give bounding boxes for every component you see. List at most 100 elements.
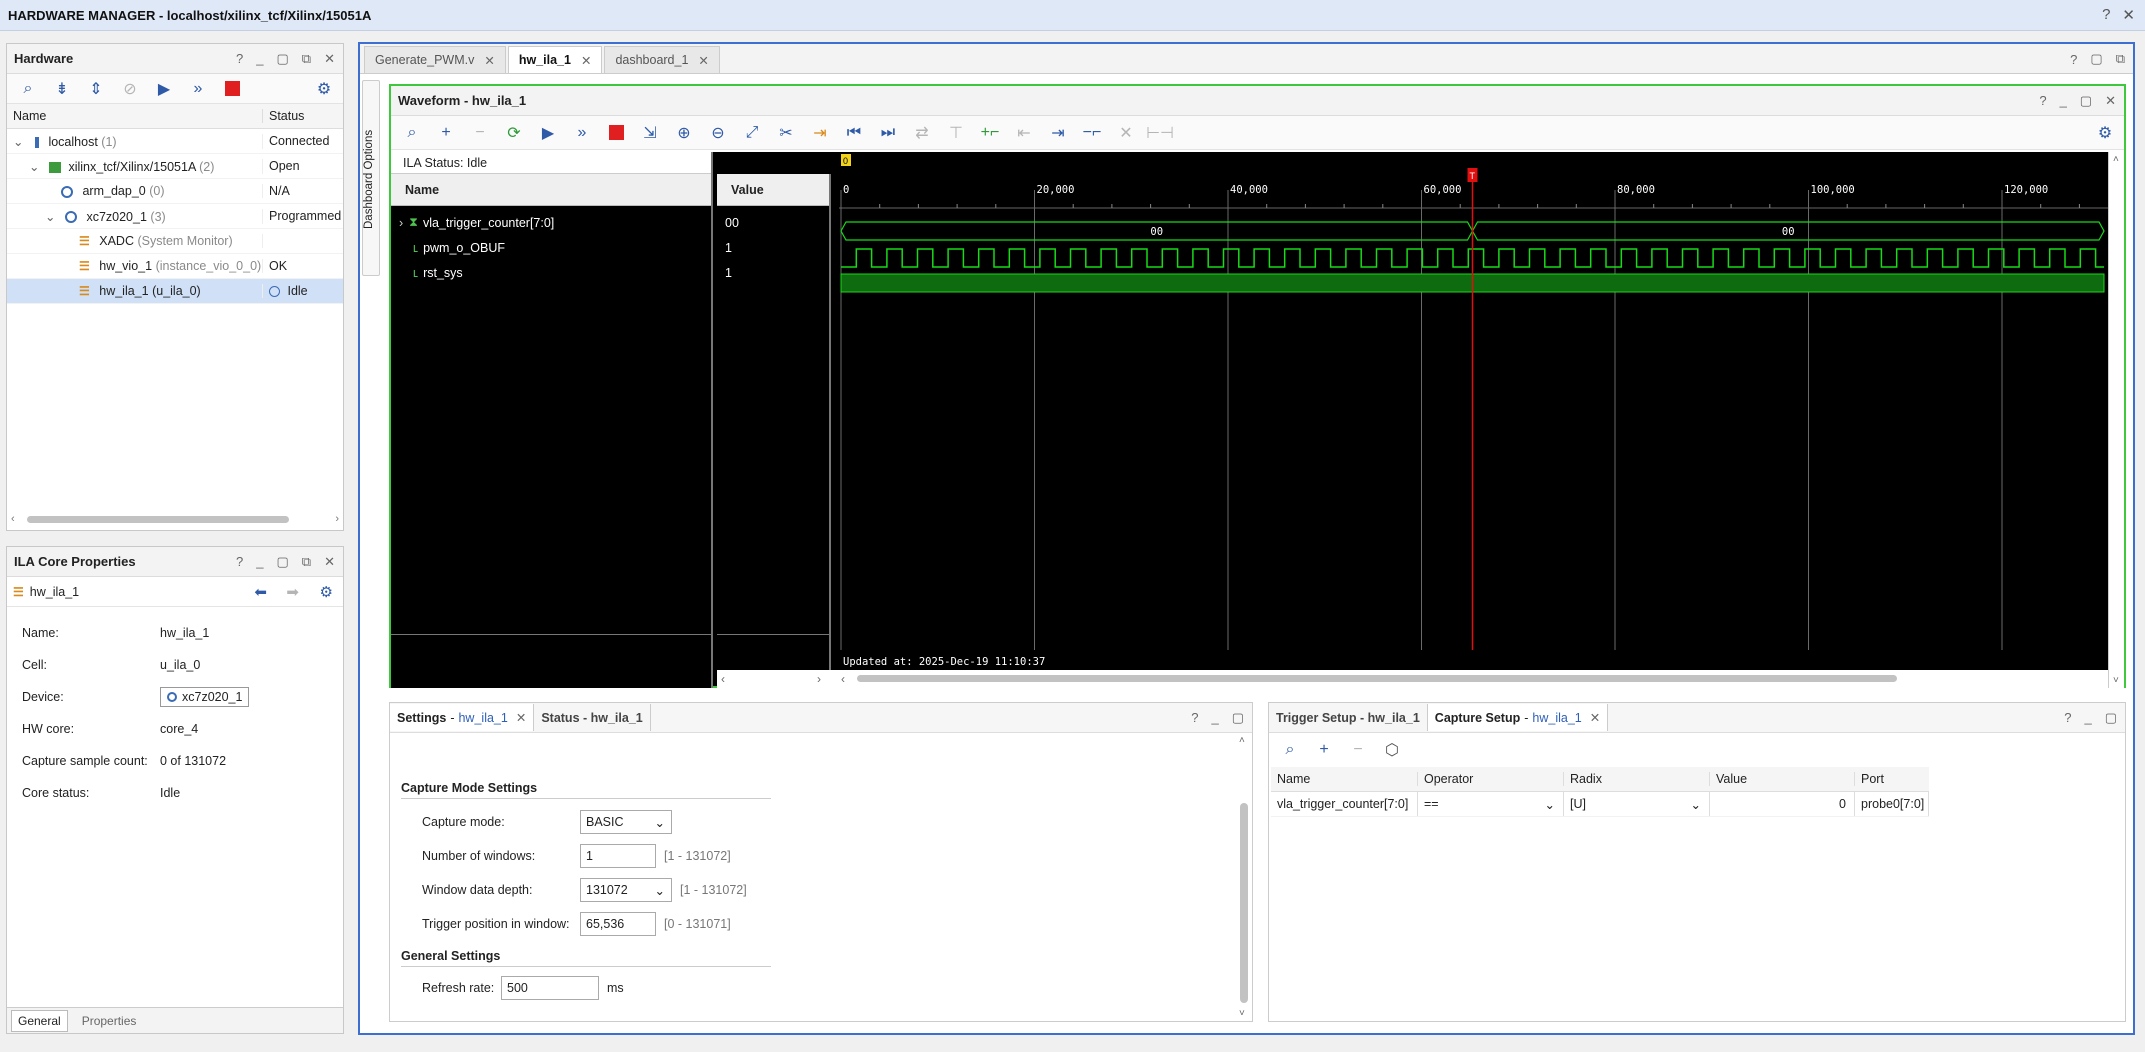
chevron-right-icon[interactable]: ›	[399, 216, 403, 230]
horizontal-scrollbar[interactable]: ‹ ›	[11, 512, 339, 526]
waveform-vertical-scrollbar[interactable]: ˄ ˅	[2108, 152, 2124, 688]
chevron-down-icon[interactable]: ⌄	[45, 210, 55, 224]
trigger-position-input[interactable]: 65,536	[580, 912, 656, 936]
auto-retrigger-icon[interactable]: ⟳	[499, 120, 529, 146]
num-windows-input[interactable]: 1	[580, 844, 656, 868]
float-icon[interactable]: ⧉	[302, 554, 311, 570]
close-icon[interactable]: ✕	[324, 51, 335, 67]
scrollbar-thumb[interactable]	[26, 515, 289, 523]
scroll-right-icon[interactable]: ›	[335, 513, 339, 525]
float-icon[interactable]: ⧉	[302, 51, 311, 67]
previous-marker-icon[interactable]: ⇤	[1009, 120, 1039, 146]
close-icon[interactable]: ✕	[484, 53, 494, 68]
restore-icon[interactable]: ▢	[277, 51, 289, 67]
restore-icon[interactable]: ▢	[1232, 710, 1244, 726]
tab-general[interactable]: General	[11, 1009, 68, 1032]
close-icon[interactable]: ✕	[1590, 710, 1600, 725]
scroll-up-icon[interactable]: ˄	[1239, 735, 1245, 746]
compare-value-input[interactable]: 0	[1710, 792, 1855, 816]
capture-mode-select[interactable]: BASIC ⌄	[580, 810, 672, 834]
tab-settings[interactable]: Settings - hw_ila_1 ✕	[390, 704, 535, 731]
tab-properties[interactable]: Properties	[76, 1011, 143, 1031]
scrollbar-thumb[interactable]	[857, 675, 1897, 682]
scroll-down-icon[interactable]: ˅	[1239, 1008, 1245, 1019]
scroll-left-icon[interactable]: ‹	[841, 672, 845, 686]
tree-row-xadc[interactable]: ☰ XADC (System Monitor)	[7, 229, 343, 254]
help-icon[interactable]: ?	[2039, 93, 2046, 108]
snap-icon[interactable]: ⊤	[941, 120, 971, 146]
disconnect-icon[interactable]: ⊘	[115, 76, 145, 102]
col-status-header[interactable]: Status	[263, 109, 304, 123]
tab-hw-ila-1[interactable]: hw_ila_1 ✕	[507, 46, 603, 73]
signal-row-pwm[interactable]: ʟ pwm_o_OBUF	[391, 235, 711, 260]
chevron-down-icon[interactable]: ⌄	[29, 160, 39, 174]
scroll-down-icon[interactable]: ˅	[2113, 675, 2119, 686]
add-marker-icon[interactable]: +⌐	[975, 120, 1005, 146]
close-icon[interactable]: ✕	[516, 710, 526, 725]
capture-table-row[interactable]: vla_trigger_counter[7:0] == ⌄ [U] ⌄ 0 prob…	[1271, 792, 1929, 817]
gear-icon[interactable]: ⚙	[320, 583, 333, 601]
delete-icon[interactable]: ✕	[1111, 120, 1141, 146]
add-probe-icon[interactable]: +	[1309, 737, 1339, 763]
help-icon[interactable]: ?	[2102, 6, 2110, 24]
help-icon[interactable]: ?	[2070, 52, 2077, 67]
run-trigger-icon[interactable]: ▶	[149, 76, 179, 102]
tree-row-localhost[interactable]: ⌄ localhost (1) Connected	[7, 129, 343, 154]
close-icon[interactable]: ✕	[2122, 6, 2135, 24]
col-header[interactable]: Name	[1271, 772, 1418, 786]
scroll-left-icon[interactable]: ‹	[721, 672, 725, 686]
col-header[interactable]: Value	[1710, 772, 1855, 786]
go-to-time-zero-icon[interactable]: ⇥	[805, 120, 835, 146]
restore-icon[interactable]: ▢	[2105, 710, 2117, 726]
fit-markers-icon[interactable]: ⊢⊣	[1145, 120, 1175, 146]
minimize-icon[interactable]: _	[1211, 710, 1218, 725]
float-icon[interactable]: ⧉	[2116, 51, 2125, 67]
back-arrow-icon[interactable]: ⬅	[254, 583, 267, 601]
signal-row-bus[interactable]: › ⧗ vla_trigger_counter[7:0]	[391, 210, 711, 235]
tab-trigger-setup[interactable]: Trigger Setup - hw_ila_1	[1269, 704, 1428, 731]
waveform-canvas[interactable]: 0 20,000 40,000 60,000 80,000 100,000 120,000 …	[839, 152, 2108, 670]
close-icon[interactable]: ✕	[698, 53, 708, 68]
tree-row-arm-dap[interactable]: arm_dap_0 (0) N/A	[7, 179, 343, 204]
condition-icon[interactable]: ⬡	[1377, 737, 1407, 763]
stop-trigger-icon[interactable]	[217, 76, 247, 102]
scrollbar-thumb[interactable]	[1240, 803, 1248, 1003]
help-icon[interactable]: ?	[236, 51, 243, 66]
search-icon[interactable]: ⌕	[13, 76, 43, 102]
zoom-fit-icon[interactable]: ⤢	[737, 120, 767, 146]
refresh-rate-input[interactable]: 500	[501, 976, 599, 1000]
next-marker-icon[interactable]: ⇥	[1043, 120, 1073, 146]
col-header[interactable]: Operator	[1418, 772, 1564, 786]
remove-icon[interactable]: −	[465, 120, 495, 146]
delete-marker-icon[interactable]: −⌐	[1077, 120, 1107, 146]
restore-icon[interactable]: ▢	[277, 554, 289, 570]
gear-icon[interactable]: ⚙	[2090, 120, 2120, 146]
search-icon[interactable]: ⌕	[1275, 737, 1305, 763]
scroll-right-icon[interactable]: ›	[817, 672, 821, 686]
help-icon[interactable]: ?	[2064, 710, 2071, 725]
close-icon[interactable]: ✕	[324, 554, 335, 570]
expand-all-icon[interactable]: ⇕	[81, 76, 111, 102]
tab-generate-pwm[interactable]: Generate_PWM.v ✕	[364, 46, 506, 73]
minimize-icon[interactable]: _	[2084, 710, 2091, 725]
scroll-up-icon[interactable]: ˄	[2113, 154, 2119, 165]
tab-dashboard-1[interactable]: dashboard_1 ✕	[604, 46, 720, 73]
stop-trigger-icon[interactable]	[601, 120, 631, 146]
minimize-icon[interactable]: _	[2060, 93, 2067, 108]
help-icon[interactable]: ?	[236, 554, 243, 569]
signal-row-rst[interactable]: ʟ rst_sys	[391, 260, 711, 285]
col-header[interactable]: Radix	[1564, 772, 1710, 786]
waveform-canvas-area[interactable]: 0 20,000 40,000 60,000 80,000 100,000 120,000 …	[839, 152, 2108, 670]
tree-row-device[interactable]: ⌄ xc7z020_1 (3) Programmed	[7, 204, 343, 229]
run-immediate-icon[interactable]: »	[183, 76, 213, 102]
restore-icon[interactable]: ▢	[2090, 51, 2102, 67]
zoom-in-icon[interactable]: ⊕	[669, 120, 699, 146]
go-to-cursor-icon[interactable]: ✂	[771, 120, 801, 146]
col-name-header[interactable]: Name	[7, 109, 263, 123]
collapse-all-icon[interactable]: ⇟	[47, 76, 77, 102]
close-icon[interactable]: ✕	[581, 53, 591, 68]
dashboard-options-strip[interactable]: Dashboard Options	[362, 80, 380, 276]
minimize-icon[interactable]: _	[256, 554, 263, 569]
zoom-out-icon[interactable]: ⊖	[703, 120, 733, 146]
tab-capture-setup[interactable]: Capture Setup - hw_ila_1 ✕	[1427, 704, 1609, 731]
